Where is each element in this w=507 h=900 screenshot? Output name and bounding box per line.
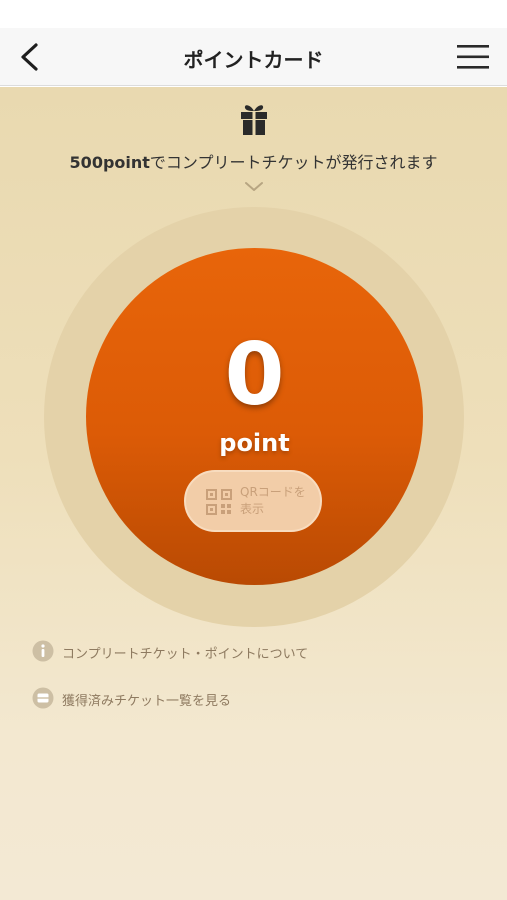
point-card-screen: 500pointでコンプリートチケットが発行されます 0 point QRコード… (0, 87, 507, 900)
qr-code-icon (206, 489, 232, 515)
about-points-label: コンプリートチケット・ポイントについて (62, 647, 309, 662)
point-unit: point (219, 429, 290, 457)
complete-ticket-message: 500pointでコンプリートチケットが発行されます (0, 149, 507, 173)
hamburger-menu-icon (457, 45, 489, 69)
complete-message-text: でコンプリートチケットが発行されます (149, 153, 438, 172)
qr-button-label-line1: QRコードを (240, 485, 306, 499)
status-bar-area (0, 0, 507, 28)
qr-button-label: QRコードを 表示 (240, 484, 320, 518)
page-title: ポイントカード (183, 48, 324, 72)
chevron-down-icon (245, 182, 263, 191)
required-points: 500point (69, 153, 150, 172)
ticket-icon (32, 687, 54, 709)
menu-button[interactable] (455, 40, 491, 74)
qr-button-label-line2: 表示 (240, 502, 265, 516)
show-qr-code-button[interactable]: QRコードを 表示 (184, 470, 322, 532)
info-icon (32, 640, 54, 662)
point-value: 0 (224, 325, 285, 425)
expand-button[interactable] (243, 179, 265, 193)
gift-icon (238, 101, 270, 137)
ticket-list-label: 獲得済みチケット一覧を見る (62, 694, 232, 709)
app-header: ポイントカード (0, 28, 507, 86)
